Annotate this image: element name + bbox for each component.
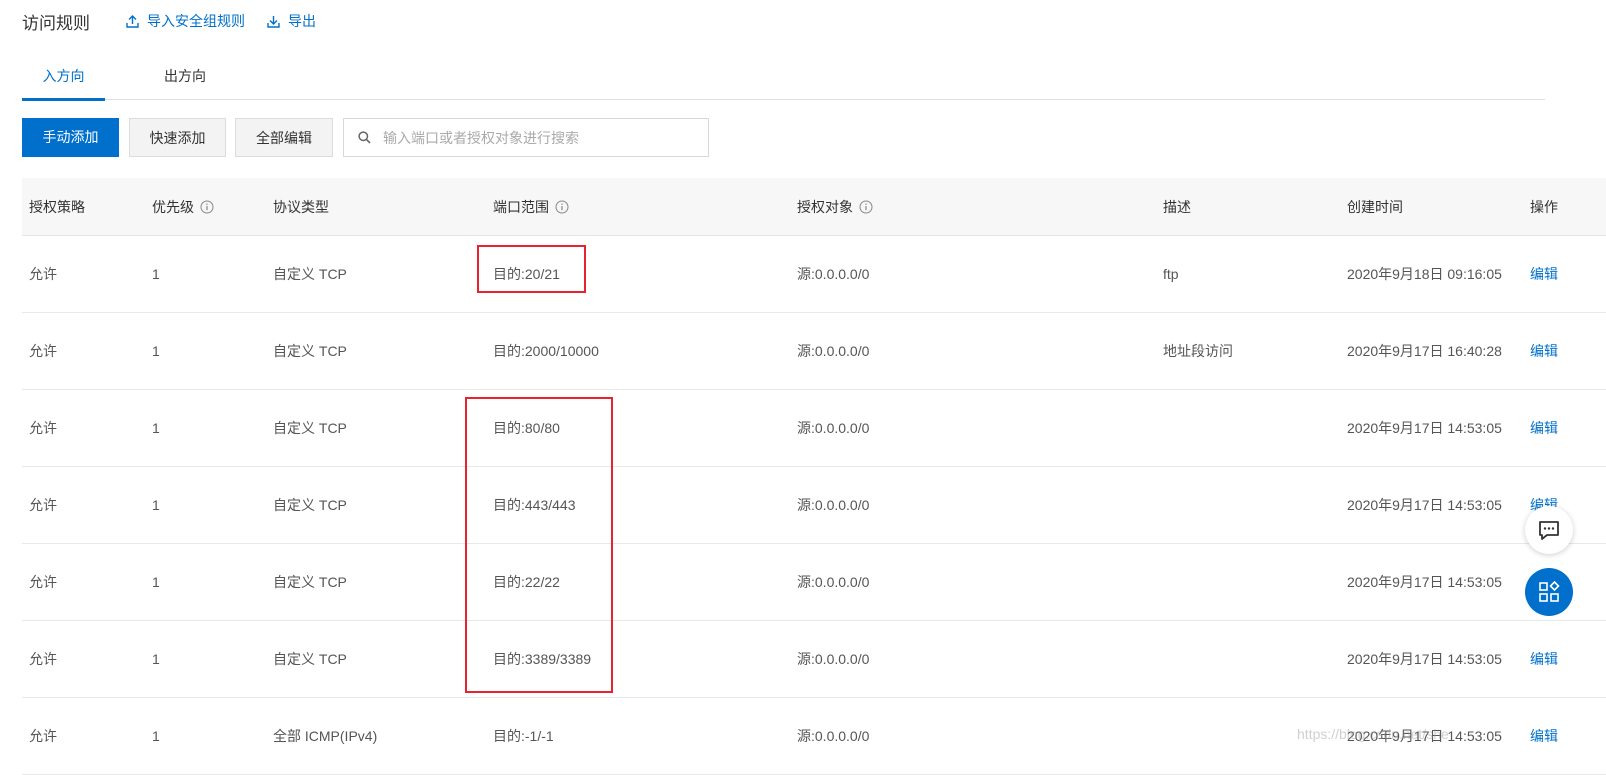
table-row: 允许 1 自定义 TCP 目的:22/22 源:0.0.0.0/0 2020年9… xyxy=(22,544,1606,621)
policy-cell: 允许 xyxy=(29,343,57,359)
col-header-description: 描述 xyxy=(1163,198,1191,215)
info-icon[interactable] xyxy=(859,200,873,214)
tab-inbound[interactable]: 入方向 xyxy=(22,56,105,101)
table-row: 允许 1 自定义 TCP 目的:80/80 源:0.0.0.0/0 2020年9… xyxy=(22,390,1606,467)
quick-add-button[interactable]: 快速添加 xyxy=(129,118,226,157)
info-icon[interactable] xyxy=(200,200,214,214)
port-range-cell: 目的:-1/-1 xyxy=(493,728,554,744)
policy-cell: 允许 xyxy=(29,420,57,436)
info-icon[interactable] xyxy=(555,200,569,214)
table-row: 允许 1 自定义 TCP 目的:443/443 源:0.0.0.0/0 2020… xyxy=(22,467,1606,544)
manual-add-button[interactable]: 手动添加 xyxy=(22,118,119,157)
download-icon xyxy=(267,15,280,28)
port-range-cell: 目的:2000/10000 xyxy=(493,343,599,359)
search-box xyxy=(343,118,709,157)
source-cell: 源:0.0.0.0/0 xyxy=(797,651,870,667)
created-time-cell: 2020年9月17日 14:53:05 xyxy=(1347,651,1502,667)
table-row: 允许 1 自定义 TCP 目的:2000/10000 源:0.0.0.0/0 地… xyxy=(22,313,1606,390)
top-bar: 访问规则 导入安全组规则 导出 xyxy=(22,8,338,34)
col-header-protocol: 协议类型 xyxy=(273,198,329,215)
protocol-cell: 自定义 TCP xyxy=(273,420,347,436)
col-header-policy: 授权策略 xyxy=(29,198,85,215)
policy-cell: 允许 xyxy=(29,651,57,667)
policy-cell: 允许 xyxy=(29,266,57,282)
source-cell: 源:0.0.0.0/0 xyxy=(797,497,870,513)
apps-float-button[interactable] xyxy=(1525,568,1573,616)
port-range-cell: 目的:3389/3389 xyxy=(493,651,592,667)
priority-cell: 1 xyxy=(152,728,160,744)
created-time-cell: 2020年9月17日 14:53:05 xyxy=(1347,574,1502,590)
upload-icon xyxy=(126,14,139,28)
col-header-created: 创建时间 xyxy=(1347,198,1403,215)
port-range-cell: 目的:20/21 xyxy=(493,266,560,282)
priority-cell: 1 xyxy=(152,497,160,513)
source-cell: 源:0.0.0.0/0 xyxy=(797,420,870,436)
policy-cell: 允许 xyxy=(29,497,57,513)
source-cell: 源:0.0.0.0/0 xyxy=(797,266,870,282)
direction-tabs: 入方向 出方向 xyxy=(22,56,1545,101)
port-range-cell: 目的:22/22 xyxy=(493,574,560,590)
edit-link[interactable]: 编辑 xyxy=(1530,264,1558,284)
source-cell: 源:0.0.0.0/0 xyxy=(797,574,870,590)
protocol-cell: 自定义 TCP xyxy=(273,343,347,359)
col-header-actions: 操作 xyxy=(1530,198,1558,215)
priority-cell: 1 xyxy=(152,343,160,359)
import-rules-label: 导入安全组规则 xyxy=(147,13,245,29)
description-cell: ftp xyxy=(1163,266,1179,282)
port-range-cell: 目的:443/443 xyxy=(493,497,576,513)
edit-link[interactable]: 编辑 xyxy=(1530,341,1558,361)
edit-link[interactable]: 编辑 xyxy=(1530,418,1558,438)
export-label: 导出 xyxy=(288,13,316,29)
edit-link[interactable]: 编辑 xyxy=(1530,726,1558,746)
protocol-cell: 自定义 TCP xyxy=(273,497,347,513)
edit-all-button[interactable]: 全部编辑 xyxy=(235,118,333,157)
created-time-cell: 2020年9月18日 09:16:05 xyxy=(1347,266,1502,282)
chat-float-button[interactable] xyxy=(1525,506,1573,554)
search-icon xyxy=(358,131,371,144)
source-cell: 源:0.0.0.0/0 xyxy=(797,728,870,744)
export-link[interactable]: 导出 xyxy=(267,11,316,31)
table-row: 允许 1 自定义 TCP 目的:3389/3389 源:0.0.0.0/0 20… xyxy=(22,621,1606,698)
page-title: 访问规则 xyxy=(22,13,90,33)
priority-cell: 1 xyxy=(152,420,160,436)
search-input[interactable] xyxy=(381,128,685,147)
protocol-cell: 自定义 TCP xyxy=(273,266,347,282)
col-header-port-range: 端口范围 xyxy=(493,197,569,217)
import-rules-link[interactable]: 导入安全组规则 xyxy=(126,11,245,31)
created-time-cell: 2020年9月17日 14:53:05 xyxy=(1347,420,1502,436)
chat-icon xyxy=(1539,521,1559,540)
priority-cell: 1 xyxy=(152,651,160,667)
apps-grid-icon xyxy=(1539,580,1560,602)
col-header-source: 授权对象 xyxy=(797,197,873,217)
table-header: 授权策略 优先级 协议类型 端口范围 授权对象 描述 创建时间 操作 xyxy=(22,178,1606,236)
rules-table: 授权策略 优先级 协议类型 端口范围 授权对象 描述 创建时间 操作 允许 1 … xyxy=(22,178,1606,775)
protocol-cell: 自定义 TCP xyxy=(273,651,347,667)
table-row: 允许 1 自定义 TCP 目的:20/21 源:0.0.0.0/0 ftp 20… xyxy=(22,236,1606,313)
policy-cell: 允许 xyxy=(29,728,57,744)
created-time-cell: 2020年9月17日 14:53:05 xyxy=(1347,728,1502,744)
table-row: 允许 1 全部 ICMP(IPv4) 目的:-1/-1 源:0.0.0.0/0 … xyxy=(22,698,1606,775)
priority-cell: 1 xyxy=(152,266,160,282)
priority-cell: 1 xyxy=(152,574,160,590)
description-cell: 地址段访问 xyxy=(1163,343,1233,359)
edit-link[interactable]: 编辑 xyxy=(1530,649,1558,669)
port-range-cell: 目的:80/80 xyxy=(493,420,560,436)
source-cell: 源:0.0.0.0/0 xyxy=(797,343,870,359)
policy-cell: 允许 xyxy=(29,574,57,590)
tab-outbound[interactable]: 出方向 xyxy=(140,56,230,98)
col-header-priority: 优先级 xyxy=(152,197,214,217)
protocol-cell: 自定义 TCP xyxy=(273,574,347,590)
protocol-cell: 全部 ICMP(IPv4) xyxy=(273,728,378,744)
created-time-cell: 2020年9月17日 14:53:05 xyxy=(1347,497,1502,513)
created-time-cell: 2020年9月17日 16:40:28 xyxy=(1347,343,1502,359)
